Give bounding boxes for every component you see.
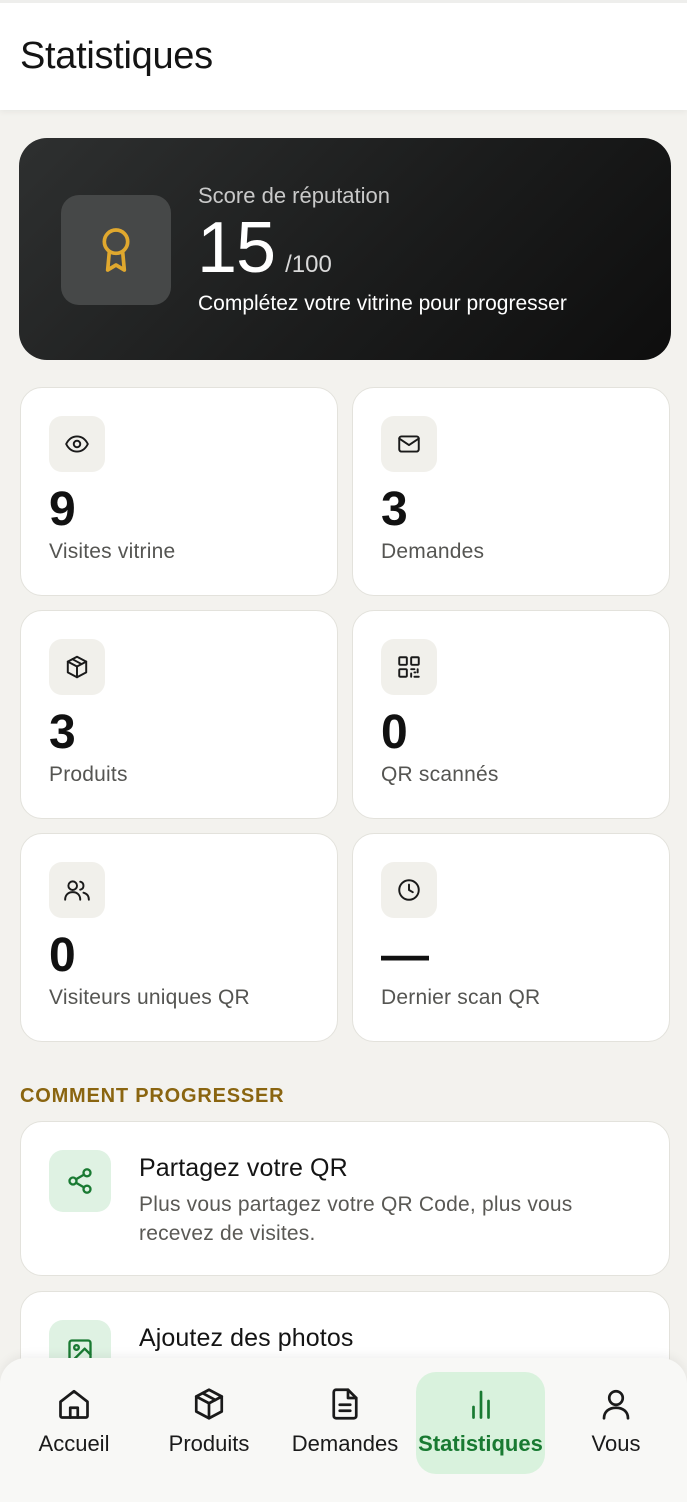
reputation-icon-box: [61, 195, 171, 305]
nav-item-accueil[interactable]: Accueil: [14, 1372, 134, 1474]
stat-label: Demandes: [381, 540, 485, 563]
stat-label: Produits: [49, 763, 128, 786]
reputation-label: Score de réputation: [198, 183, 391, 208]
stat-card-last-scan[interactable]: — Dernier scan QR: [352, 833, 670, 1042]
reputation-score-row: 15 /100: [197, 212, 332, 284]
mail-icon: [398, 435, 420, 453]
stat-icon-box: [381, 416, 437, 472]
users-icon: [64, 880, 90, 901]
stat-value: 3: [381, 483, 408, 536]
nav-label: Accueil: [38, 1431, 110, 1456]
nav-label: Demandes: [291, 1431, 399, 1456]
stat-card-unique-visitors[interactable]: 0 Visiteurs uniques QR: [20, 833, 338, 1042]
file-text-icon: [332, 1388, 358, 1420]
reputation-max: /100: [285, 251, 332, 278]
bottom-navigation: Accueil Produits Demandes Statistiques V…: [0, 1358, 687, 1502]
page-title: Statistiques: [20, 35, 213, 77]
stat-icon-box: [49, 639, 105, 695]
nav-item-statistiques[interactable]: Statistiques: [416, 1372, 545, 1474]
stat-value: 0: [49, 929, 76, 982]
home-icon: [59, 1389, 89, 1419]
eye-icon: [65, 435, 89, 453]
tip-description: Plus vous partagez votre QR Code, plus v…: [139, 1193, 573, 1245]
stat-label: Visiteurs uniques QR: [49, 986, 250, 1009]
stat-value: 3: [49, 706, 76, 759]
stat-label: Dernier scan QR: [381, 986, 541, 1009]
reputation-hint: Complétez votre vitrine pour progresser: [198, 292, 567, 315]
tip-title: Ajoutez des photos: [139, 1324, 354, 1352]
stat-card-visits[interactable]: 9 Visites vitrine: [20, 387, 338, 596]
nav-label: Produits: [168, 1431, 250, 1456]
stat-label: QR scannés: [381, 763, 499, 786]
stat-value: 9: [49, 483, 76, 536]
app-header: Statistiques: [0, 0, 687, 110]
tip-title: Partagez votre QR: [139, 1154, 348, 1182]
stat-label: Visites vitrine: [49, 540, 176, 563]
clock-icon: [398, 879, 420, 901]
section-title: COMMENT PROGRESSER: [20, 1085, 285, 1107]
tip-card-share-qr[interactable]: Partagez votre QR Plus vous partagez vot…: [20, 1121, 670, 1276]
nav-item-produits[interactable]: Produits: [149, 1372, 269, 1474]
statistics-screen: Statistiques Score de réputation 15 /100…: [0, 0, 687, 1502]
tip-icon-box: [49, 1150, 111, 1212]
user-icon: [602, 1389, 630, 1420]
qr-code-icon: [398, 656, 420, 678]
award-icon: [102, 228, 130, 272]
reputation-score: 15: [197, 208, 276, 288]
nav-label: Statistiques: [418, 1431, 543, 1456]
share-icon: [68, 1168, 92, 1194]
stat-icon-box: [381, 639, 437, 695]
nav-label: Vous: [591, 1431, 641, 1456]
stat-card-requests[interactable]: 3 Demandes: [352, 387, 670, 596]
package-icon: [194, 1388, 224, 1420]
stat-icon-box: [381, 862, 437, 918]
stat-card-products[interactable]: 3 Produits: [20, 610, 338, 819]
stat-value: —: [381, 929, 429, 982]
stat-card-qr-scans[interactable]: 0 QR scannés: [352, 610, 670, 819]
nav-item-demandes[interactable]: Demandes: [280, 1372, 410, 1474]
stat-value: 0: [381, 706, 408, 759]
package-icon: [66, 655, 88, 679]
bar-chart-icon: [471, 1390, 490, 1419]
nav-item-vous[interactable]: Vous: [556, 1372, 676, 1474]
stat-icon-box: [49, 862, 105, 918]
stat-icon-box: [49, 416, 105, 472]
reputation-card[interactable]: Score de réputation 15 /100 Complétez vo…: [19, 138, 671, 360]
